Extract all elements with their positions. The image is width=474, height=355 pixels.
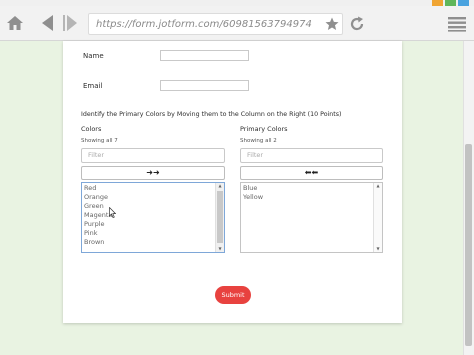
- home-icon[interactable]: [6, 14, 24, 32]
- reload-icon[interactable]: [349, 16, 365, 32]
- listbox-scrollbar[interactable]: ▲ ▼: [215, 183, 224, 252]
- list-item[interactable]: Orange: [84, 193, 108, 202]
- colors-filter-input[interactable]: Filter: [81, 148, 225, 163]
- colors-count: Showing all 7: [81, 138, 118, 144]
- email-input[interactable]: [160, 80, 249, 91]
- bookmark-star-icon[interactable]: [325, 17, 339, 31]
- list-item[interactable]: Green: [84, 202, 104, 211]
- primary-colors-title: Primary Colors: [240, 125, 288, 133]
- back-arrow-icon[interactable]: [40, 14, 56, 32]
- list-item[interactable]: Brown: [84, 238, 104, 247]
- listbox-scrollbar[interactable]: ▲ ▼: [373, 183, 382, 252]
- list-item[interactable]: Pink: [84, 229, 97, 238]
- page-scrollbar-thumb[interactable]: [465, 144, 472, 346]
- name-input[interactable]: [160, 50, 249, 61]
- list-item[interactable]: Yellow: [243, 193, 263, 202]
- menu-icon[interactable]: [448, 16, 466, 32]
- submit-button[interactable]: Submit: [215, 286, 251, 304]
- scroll-down-icon[interactable]: ▼: [375, 246, 381, 252]
- listbox-scroll-thumb[interactable]: [217, 191, 223, 243]
- primary-colors-filter-input[interactable]: Filter: [240, 148, 383, 163]
- scroll-up-icon[interactable]: ▲: [217, 183, 223, 189]
- colors-listbox[interactable]: Red Orange Green Magenta Purple Pink Bro…: [81, 182, 225, 253]
- list-item[interactable]: Blue: [243, 184, 257, 193]
- browser-toolbar: https://form.jotform.com/60981563794974: [0, 6, 474, 41]
- move-right-button[interactable]: ➜➜: [81, 166, 225, 180]
- name-label: Name: [83, 52, 104, 60]
- list-item[interactable]: Purple: [84, 220, 105, 229]
- question-text: Identify the Primary Colors by Moving th…: [81, 111, 342, 118]
- primary-colors-count: Showing all 2: [240, 138, 277, 144]
- colors-title: Colors: [81, 125, 102, 133]
- email-label: Email: [83, 82, 103, 90]
- mouse-cursor-icon: [109, 207, 116, 218]
- move-left-button[interactable]: ⬅⬅: [240, 166, 383, 180]
- scroll-down-icon[interactable]: ▼: [217, 246, 223, 252]
- list-item[interactable]: Red: [84, 184, 96, 193]
- forward-arrow-icon[interactable]: [62, 14, 78, 32]
- scroll-up-icon[interactable]: ▲: [375, 183, 381, 189]
- form-card: Name Email Identify the Primary Colors b…: [63, 41, 402, 323]
- primary-colors-listbox[interactable]: Blue Yellow ▲ ▼: [240, 182, 383, 253]
- url-bar[interactable]: https://form.jotform.com/60981563794974: [88, 13, 343, 35]
